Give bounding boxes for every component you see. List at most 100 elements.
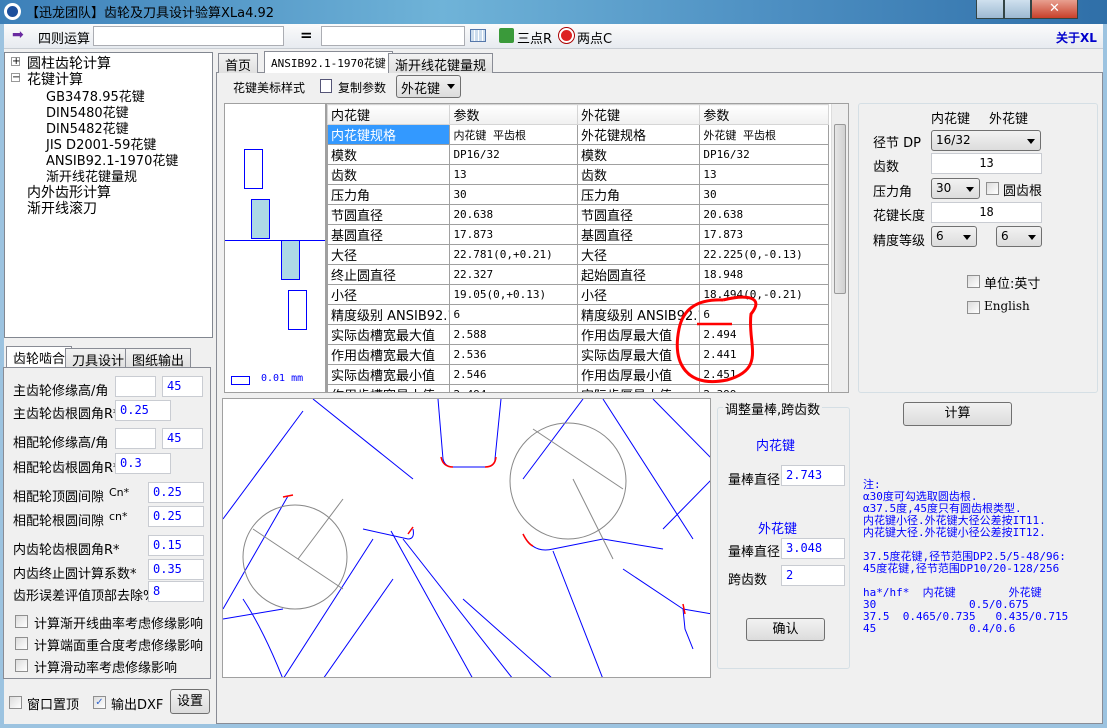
profile-line	[602, 399, 694, 540]
tab-ansi[interactable]: ANSIB92.1-1970花键	[264, 51, 393, 73]
tab-drawing-output[interactable]: 图纸输出	[125, 348, 192, 369]
check-label: 计算渐开线曲率考虑修缘影响	[34, 617, 204, 632]
tab-home[interactable]: 首页	[218, 53, 259, 74]
topmost-checkbox[interactable]	[9, 696, 22, 709]
main-tip-relief-angle[interactable]: 45	[162, 376, 203, 397]
round-root-checkbox[interactable]	[986, 182, 999, 195]
nav-tree: + 圆柱齿轮计算 − 花键计算 GB3478.95花键 DIN5480花键 DI…	[4, 52, 213, 338]
angle-value: 30	[936, 181, 952, 195]
tab-gear-mesh[interactable]: 齿轮啮合	[6, 346, 73, 368]
profile-line	[652, 399, 710, 458]
grade-outer-value: 6	[1001, 229, 1009, 243]
inch-checkbox[interactable]	[967, 275, 980, 288]
minimize-button[interactable]	[976, 0, 1004, 19]
pin-center-line	[532, 428, 624, 490]
span-teeth-input[interactable]: 2	[781, 565, 845, 586]
tolerance-box	[281, 240, 300, 280]
copy-button[interactable]: 复制参数	[338, 79, 386, 96]
chevron-down-icon	[1027, 139, 1035, 144]
profile-line	[402, 538, 513, 677]
root-clearance[interactable]: 0.25	[148, 506, 204, 527]
check-label: 计算端面重合度考虑修缘影响	[34, 639, 204, 654]
profile-line	[223, 410, 304, 520]
contact-ratio-checkbox[interactable]	[15, 637, 28, 650]
three-point-icon[interactable]	[499, 28, 514, 43]
main-tip-relief-height[interactable]	[115, 376, 156, 397]
style-label: 花键美标样式	[233, 81, 306, 95]
window-title: 【迅龙团队】齿轮及刀具设计验算XLa4.92	[26, 6, 275, 21]
profile-line	[223, 608, 284, 620]
length-input[interactable]: 18	[931, 202, 1042, 223]
chevron-down-icon	[963, 235, 971, 240]
outer-pin-diameter[interactable]: 3.048	[781, 538, 845, 559]
curvature-checkbox[interactable]	[15, 615, 28, 628]
about-link[interactable]: 关于XL	[1056, 29, 1097, 46]
outer-title: 外花键	[758, 522, 798, 537]
profile-error-trim[interactable]: 8	[148, 581, 204, 602]
teeth-input[interactable]: 13	[931, 153, 1042, 174]
red-annotation	[675, 295, 758, 383]
spline-settings-panel: 内花键 外花键 径节 DP 16/32 齿数 13 压力角 30 圆齿根 花键长…	[858, 103, 1098, 393]
field-label: 内齿轮齿根圆角R*	[13, 543, 120, 558]
chevron-down-icon	[966, 187, 974, 192]
settings-button[interactable]: 设置	[170, 689, 210, 714]
main-root-fillet[interactable]: 0.25	[115, 400, 171, 421]
col-outer-label: 外花键	[989, 112, 1029, 127]
grade-label: 精度等级	[873, 234, 926, 249]
sliding-ratio-checkbox[interactable]	[15, 659, 28, 672]
angle-select[interactable]: 30	[931, 178, 980, 199]
dxf-checkbox[interactable]: ✓	[93, 696, 106, 709]
collapse-icon[interactable]: −	[11, 73, 20, 83]
expression-input[interactable]	[93, 26, 284, 46]
internal-tooth-profile	[437, 399, 502, 468]
note-line: 45度花键,径节范围DP10/20-128/256	[863, 562, 1060, 575]
two-point-icon[interactable]	[559, 28, 574, 43]
external-tooth-profile	[362, 528, 414, 540]
angle-label: 压力角	[873, 185, 913, 200]
profile-line	[390, 530, 473, 677]
copy-icon[interactable]	[320, 79, 332, 93]
internal-end-coefficient[interactable]: 0.35	[148, 559, 204, 580]
internal-root-fillet[interactable]: 0.15	[148, 535, 204, 556]
spline-type-select[interactable]: 外花键	[396, 75, 461, 98]
mate-root-fillet[interactable]: 0.3	[115, 453, 171, 474]
arrow-icon: ➡	[12, 27, 24, 43]
english-checkbox[interactable]	[967, 301, 980, 314]
profile-line	[323, 578, 394, 677]
span-label: 跨齿数	[728, 573, 768, 588]
tree-item-hob[interactable]: 渐开线滚刀	[27, 198, 97, 218]
mate-tip-relief-angle[interactable]: 45	[162, 428, 203, 449]
expand-icon[interactable]: +	[11, 57, 20, 67]
mate-tip-relief-height[interactable]	[115, 428, 156, 449]
two-point-button[interactable]: 两点C	[577, 28, 612, 47]
close-button[interactable]: ✕	[1031, 0, 1078, 19]
fillet-mark	[484, 456, 497, 468]
inner-pin-diameter[interactable]: 2.743	[781, 465, 845, 486]
field-label: 相配轮修缘高/角	[13, 436, 109, 451]
tip-clearance[interactable]: 0.25	[148, 482, 204, 503]
inner-title: 内花键	[756, 439, 796, 454]
profile-line	[552, 550, 603, 677]
measuring-pin-circle	[509, 422, 627, 540]
length-label: 花键长度	[873, 209, 926, 224]
col-inner-label: 内花键	[931, 112, 971, 127]
grade-inner-select[interactable]: 6	[931, 226, 977, 247]
profile-drawing	[223, 399, 710, 677]
dp-value: 16/32	[936, 133, 971, 147]
spline-profile-canvas	[222, 398, 711, 678]
grade-outer-select[interactable]: 6	[996, 226, 1042, 247]
calculator-grid-icon[interactable]	[470, 29, 486, 42]
confirm-button[interactable]: 确认	[746, 618, 825, 641]
pin-center-line	[572, 478, 614, 560]
pitch-line	[225, 240, 325, 241]
result-input[interactable]	[321, 26, 465, 46]
group-title: 调整量棒,跨齿数	[723, 399, 823, 418]
three-point-button[interactable]: 三点R	[517, 28, 552, 47]
round-root-label: 圆齿根	[1003, 184, 1043, 199]
profile-line	[312, 399, 414, 480]
calculate-button[interactable]: 计算	[903, 402, 1012, 426]
dp-select[interactable]: 16/32	[931, 130, 1041, 151]
maximize-button[interactable]	[1004, 0, 1031, 19]
tab-tool-design[interactable]: 刀具设计	[65, 348, 132, 369]
tab-gauge[interactable]: 渐开线花键量规	[388, 53, 494, 74]
